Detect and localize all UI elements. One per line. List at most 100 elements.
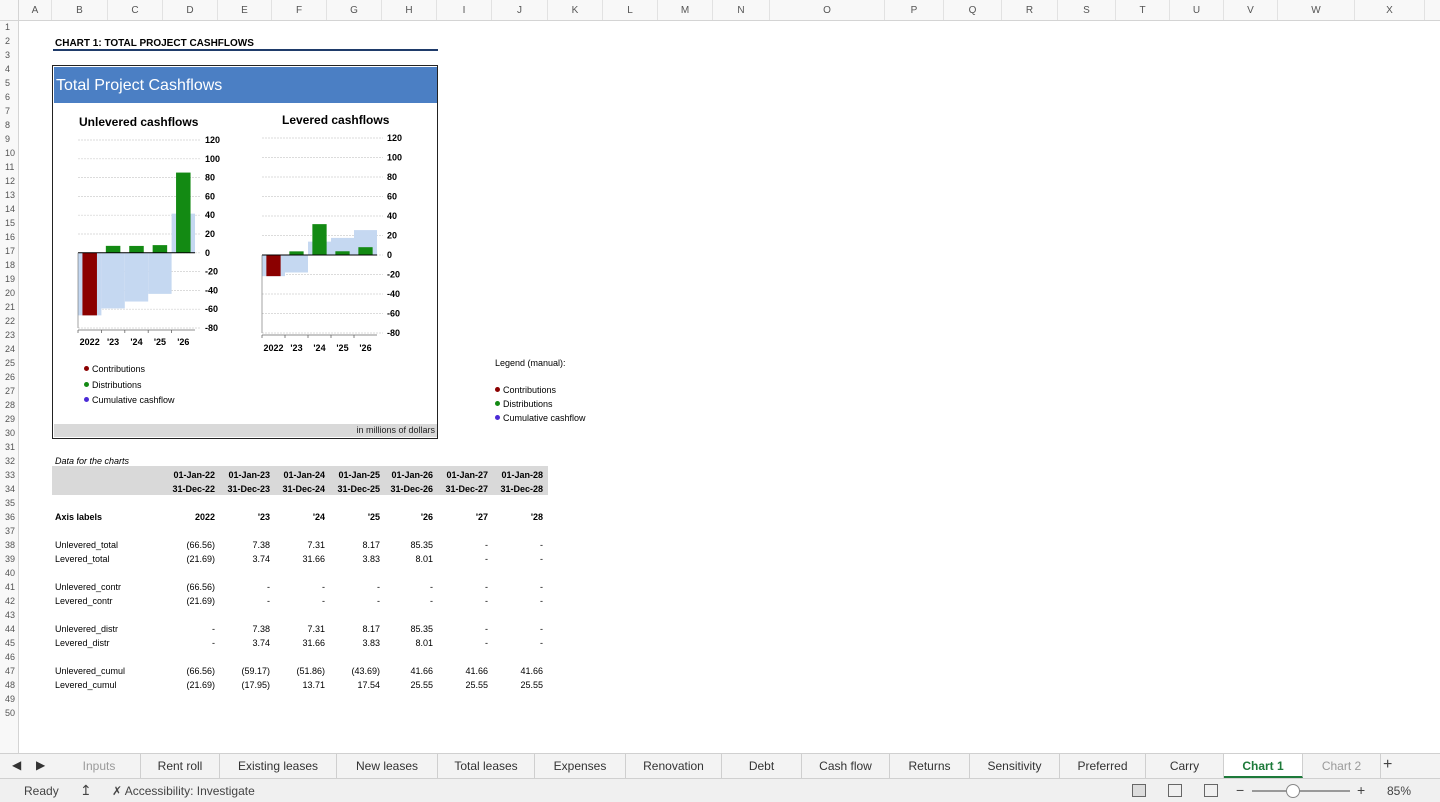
row-header-35[interactable]: 35 [0, 498, 18, 508]
tab-scroll-left-icon[interactable]: ◀ [12, 758, 21, 772]
row-header-30[interactable]: 30 [0, 428, 18, 438]
row-header-36[interactable]: 36 [0, 512, 18, 522]
select-all-corner[interactable] [0, 0, 19, 20]
row-header-25[interactable]: 25 [0, 358, 18, 368]
macro-record-icon[interactable]: ↥ [80, 782, 92, 799]
zoom-slider-thumb[interactable] [1285, 784, 1300, 798]
row-header-19[interactable]: 19 [0, 274, 18, 284]
sheet-tab-cash-flow[interactable]: Cash flow [802, 754, 890, 778]
sheet-tab-existing-leases[interactable]: Existing leases [220, 754, 337, 778]
column-header-T[interactable]: T [1116, 0, 1170, 20]
row-header-2[interactable]: 2 [0, 36, 18, 46]
sheet-tab-renovation[interactable]: Renovation [626, 754, 722, 778]
column-header-E[interactable]: E [218, 0, 272, 20]
tab-scroll-right-icon[interactable]: ▶ [36, 758, 45, 772]
sheet-tab-preferred[interactable]: Preferred [1060, 754, 1146, 778]
row-header-31[interactable]: 31 [0, 442, 18, 452]
row-header-43[interactable]: 43 [0, 610, 18, 620]
row-header-33[interactable]: 33 [0, 470, 18, 480]
row-header-49[interactable]: 49 [0, 694, 18, 704]
column-header-U[interactable]: U [1170, 0, 1224, 20]
column-header-L[interactable]: L [603, 0, 658, 20]
column-header-M[interactable]: M [658, 0, 713, 20]
row-header-38[interactable]: 38 [0, 540, 18, 550]
row-header-7[interactable]: 7 [0, 106, 18, 116]
row-header-8[interactable]: 8 [0, 120, 18, 130]
column-header-O[interactable]: O [770, 0, 885, 20]
row-header-15[interactable]: 15 [0, 218, 18, 228]
column-header-C[interactable]: C [108, 0, 163, 20]
sheet-tab-returns[interactable]: Returns [890, 754, 970, 778]
row-header-37[interactable]: 37 [0, 526, 18, 536]
row-header-44[interactable]: 44 [0, 624, 18, 634]
row-header-13[interactable]: 13 [0, 190, 18, 200]
page-layout-view-icon[interactable] [1168, 784, 1182, 797]
row-header-9[interactable]: 9 [0, 134, 18, 144]
add-sheet-icon[interactable]: + [1383, 756, 1392, 774]
row-header-16[interactable]: 16 [0, 232, 18, 242]
sheet-tab-sensitivity[interactable]: Sensitivity [970, 754, 1060, 778]
row-header-40[interactable]: 40 [0, 568, 18, 578]
column-header-G[interactable]: G [327, 0, 382, 20]
row-header-20[interactable]: 20 [0, 288, 18, 298]
row-header-6[interactable]: 6 [0, 92, 18, 102]
row-header-4[interactable]: 4 [0, 64, 18, 74]
zoom-slider[interactable] [1252, 790, 1350, 792]
normal-view-icon[interactable] [1132, 784, 1146, 797]
row-header-45[interactable]: 45 [0, 638, 18, 648]
row-header-34[interactable]: 34 [0, 484, 18, 494]
sheet-tab-carry[interactable]: Carry [1146, 754, 1224, 778]
zoom-in-icon[interactable]: + [1357, 782, 1365, 798]
row-header-42[interactable]: 42 [0, 596, 18, 606]
row-header-24[interactable]: 24 [0, 344, 18, 354]
column-header-N[interactable]: N [713, 0, 770, 20]
sheet-tab-rent-roll[interactable]: Rent roll [141, 754, 220, 778]
sheet-tab-inputs[interactable]: Inputs [58, 754, 141, 778]
row-header-28[interactable]: 28 [0, 400, 18, 410]
sheet-tab-total-leases[interactable]: Total leases [438, 754, 535, 778]
column-header-J[interactable]: J [492, 0, 548, 20]
sheet-tab-expenses[interactable]: Expenses [535, 754, 626, 778]
column-header-V[interactable]: V [1224, 0, 1278, 20]
row-header-3[interactable]: 3 [0, 50, 18, 60]
row-header-27[interactable]: 27 [0, 386, 18, 396]
row-header-22[interactable]: 22 [0, 316, 18, 326]
column-header-F[interactable]: F [272, 0, 327, 20]
row-header-46[interactable]: 46 [0, 652, 18, 662]
row-header-29[interactable]: 29 [0, 414, 18, 424]
column-header-D[interactable]: D [163, 0, 218, 20]
row-header-26[interactable]: 26 [0, 372, 18, 382]
row-header-17[interactable]: 17 [0, 246, 18, 256]
row-header-5[interactable]: 5 [0, 78, 18, 88]
row-header-14[interactable]: 14 [0, 204, 18, 214]
row-header-23[interactable]: 23 [0, 330, 18, 340]
row-header-48[interactable]: 48 [0, 680, 18, 690]
column-header-A[interactable]: A [19, 0, 52, 20]
page-break-view-icon[interactable] [1204, 784, 1218, 797]
row-header-21[interactable]: 21 [0, 302, 18, 312]
row-header-47[interactable]: 47 [0, 666, 18, 676]
column-header-R[interactable]: R [1002, 0, 1058, 20]
column-header-B[interactable]: B [52, 0, 108, 20]
column-header-H[interactable]: H [382, 0, 437, 20]
row-header-12[interactable]: 12 [0, 176, 18, 186]
row-header-1[interactable]: 1 [0, 22, 18, 32]
column-header-W[interactable]: W [1278, 0, 1355, 20]
row-header-11[interactable]: 11 [0, 162, 18, 172]
accessibility-status[interactable]: ✗ Accessibility: Investigate [112, 784, 255, 798]
column-header-Q[interactable]: Q [944, 0, 1002, 20]
row-header-50[interactable]: 50 [0, 708, 18, 718]
column-header-I[interactable]: I [437, 0, 492, 20]
column-header-S[interactable]: S [1058, 0, 1116, 20]
sheet-tab-new-leases[interactable]: New leases [337, 754, 438, 778]
row-header-18[interactable]: 18 [0, 260, 18, 270]
column-header-K[interactable]: K [548, 0, 603, 20]
column-header-P[interactable]: P [885, 0, 944, 20]
row-header-10[interactable]: 10 [0, 148, 18, 158]
column-header-X[interactable]: X [1355, 0, 1425, 20]
sheet-tab-debt[interactable]: Debt [722, 754, 802, 778]
row-header-41[interactable]: 41 [0, 582, 18, 592]
sheet-tab-chart-1[interactable]: Chart 1 [1224, 754, 1303, 778]
chart-box[interactable]: Total Project Cashflows Unlevered cashfl… [52, 65, 438, 439]
zoom-out-icon[interactable]: − [1236, 782, 1244, 798]
